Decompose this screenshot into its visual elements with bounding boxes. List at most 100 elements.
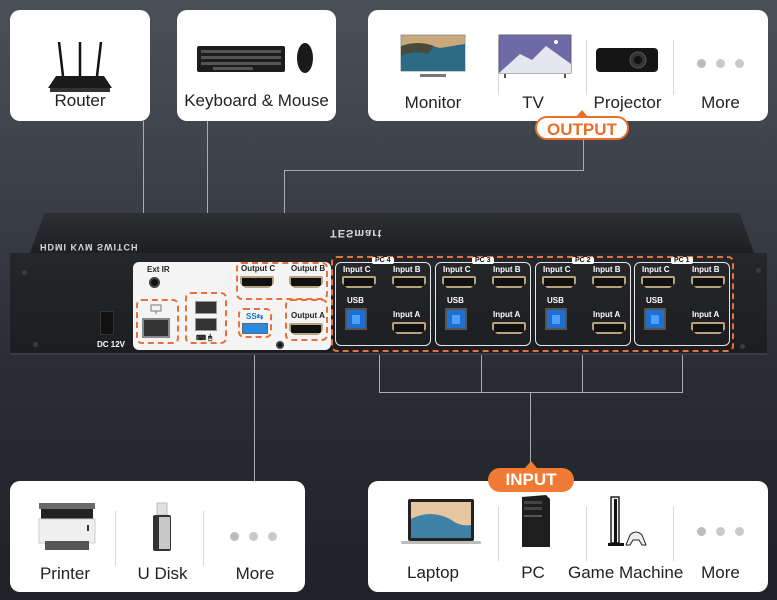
output-a-label: Output A (291, 311, 325, 320)
monitor-icon (400, 34, 466, 77)
usb3-port[interactable] (242, 323, 268, 334)
input-b-label: Input B (393, 265, 421, 274)
output-item-tv[interactable]: TV (483, 10, 583, 121)
usb-item-label: More (235, 564, 275, 583)
output-item-label: More (701, 93, 740, 112)
output-badge: OUTPUT (535, 110, 629, 140)
input-b-label: Input B (593, 265, 621, 274)
router-label: Router (54, 91, 106, 110)
input-item-label: More (701, 563, 740, 582)
usb-port-mouse[interactable] (195, 318, 217, 331)
usb-label: USB (347, 296, 364, 305)
keyboard-mouse-card[interactable]: Keyboard & Mouse (177, 10, 336, 121)
usb-b-port[interactable] (345, 308, 367, 330)
router-icon (48, 41, 112, 92)
hdmi-output-b[interactable] (289, 276, 323, 288)
pc-tag: PC 1 (671, 257, 693, 264)
output-connector-line-v1 (583, 138, 584, 171)
hdmi-input-c[interactable] (542, 276, 576, 288)
input-item-laptop[interactable]: Laptop (368, 481, 498, 592)
input-item-label: Game Machine (568, 563, 684, 582)
input-a-label: Input A (692, 310, 720, 319)
screw (756, 268, 761, 273)
usb-drive-icon (153, 502, 171, 551)
input-connector-line (530, 392, 531, 462)
hdmi-output-c[interactable] (240, 276, 274, 288)
tv-icon (498, 34, 572, 78)
usb-port-keyboard[interactable] (195, 301, 217, 314)
hdmi-input-b[interactable] (691, 276, 725, 288)
usb-label: USB (447, 296, 464, 305)
input-a-label: Input A (393, 310, 421, 319)
keyboard-mouse-port-icons: ⌨ 🖱 (196, 335, 213, 342)
projector-icon (596, 48, 658, 72)
power-jack[interactable] (100, 311, 114, 335)
input-item-label: Laptop (407, 563, 459, 582)
usb-label: USB (547, 296, 564, 305)
usb-item-printer[interactable]: Printer (10, 481, 120, 592)
usb-item-udisk[interactable]: U Disk (115, 481, 210, 592)
network-icon (150, 304, 162, 314)
input-item-more[interactable]: More (673, 481, 768, 592)
hdmi-input-b[interactable] (392, 276, 426, 288)
output-item-label: Monitor (404, 93, 462, 112)
output-connector-line-h (284, 170, 584, 171)
usb-b-port[interactable] (445, 308, 467, 330)
hdmi-input-b[interactable] (592, 276, 626, 288)
ext-ir-label: Ext IR (147, 265, 170, 274)
usb-b-port[interactable] (545, 308, 567, 330)
input-item-game-machine[interactable]: Game Machine (568, 481, 684, 592)
pc-tag: PC 3 (472, 257, 494, 264)
screw (740, 344, 745, 349)
hdmi-output-a[interactable] (289, 323, 323, 335)
more-dots-icon (230, 532, 277, 541)
model-text: TESmart (330, 227, 383, 239)
hdmi-input-c[interactable] (442, 276, 476, 288)
output-item-monitor[interactable]: Monitor (368, 10, 498, 121)
input-bus-v4 (682, 350, 683, 392)
input-devices-card: Laptop PC Game Machine More (368, 481, 768, 592)
ext-ir-jack[interactable] (149, 277, 160, 288)
screw (22, 270, 27, 275)
pc-tag: PC 4 (372, 257, 394, 264)
divider (203, 511, 204, 566)
input-a-label: Input A (493, 310, 521, 319)
input-c-label: Input C (443, 265, 471, 274)
hdmi-input-a[interactable] (392, 322, 426, 334)
usb-item-label: U Disk (137, 564, 188, 583)
input-bus-v1 (379, 350, 380, 392)
output-b-label: Output B (291, 264, 326, 273)
hdmi-input-a[interactable] (492, 322, 526, 334)
hdmi-input-c[interactable] (342, 276, 376, 288)
input-bus-v2 (481, 350, 482, 392)
usb-item-label: Printer (39, 564, 91, 583)
device-logo-text: HDMI KVM SWITCH (40, 242, 139, 252)
pc-panel-4: PC 4 Input C Input B USB Input A (335, 257, 431, 346)
output-item-more[interactable]: More (673, 10, 768, 121)
usb-item-more[interactable]: More (205, 481, 305, 592)
hdmi-input-b[interactable] (492, 276, 526, 288)
usb3-label: SS⇆ (246, 312, 264, 321)
more-dots-icon (697, 59, 744, 68)
input-b-label: Input B (692, 265, 720, 274)
input-bus-v3 (582, 350, 583, 392)
output-c-label: Output C (241, 264, 276, 273)
pc-panel-3: PC 3 Input C Input B USB Input A (435, 257, 531, 346)
usb-b-port[interactable] (644, 308, 666, 330)
input-c-label: Input C (543, 265, 571, 274)
input-a-label: Input A (593, 310, 621, 319)
pc-tower-icon (522, 495, 550, 547)
lan-port[interactable] (142, 318, 170, 338)
hdmi-input-a[interactable] (592, 322, 626, 334)
hdmi-input-a[interactable] (691, 322, 725, 334)
game-console-icon (608, 496, 647, 546)
hdmi-input-c[interactable] (641, 276, 675, 288)
output-item-label: TV (522, 93, 544, 112)
keyboard-mouse-label: Keyboard & Mouse (184, 91, 329, 110)
printer-icon (38, 503, 96, 550)
input-c-label: Input C (343, 265, 371, 274)
router-card[interactable]: Router (10, 10, 150, 121)
output-item-label: Projector (593, 93, 662, 112)
input-badge: INPUT (488, 461, 574, 492)
output-item-projector[interactable]: Projector (580, 10, 675, 121)
